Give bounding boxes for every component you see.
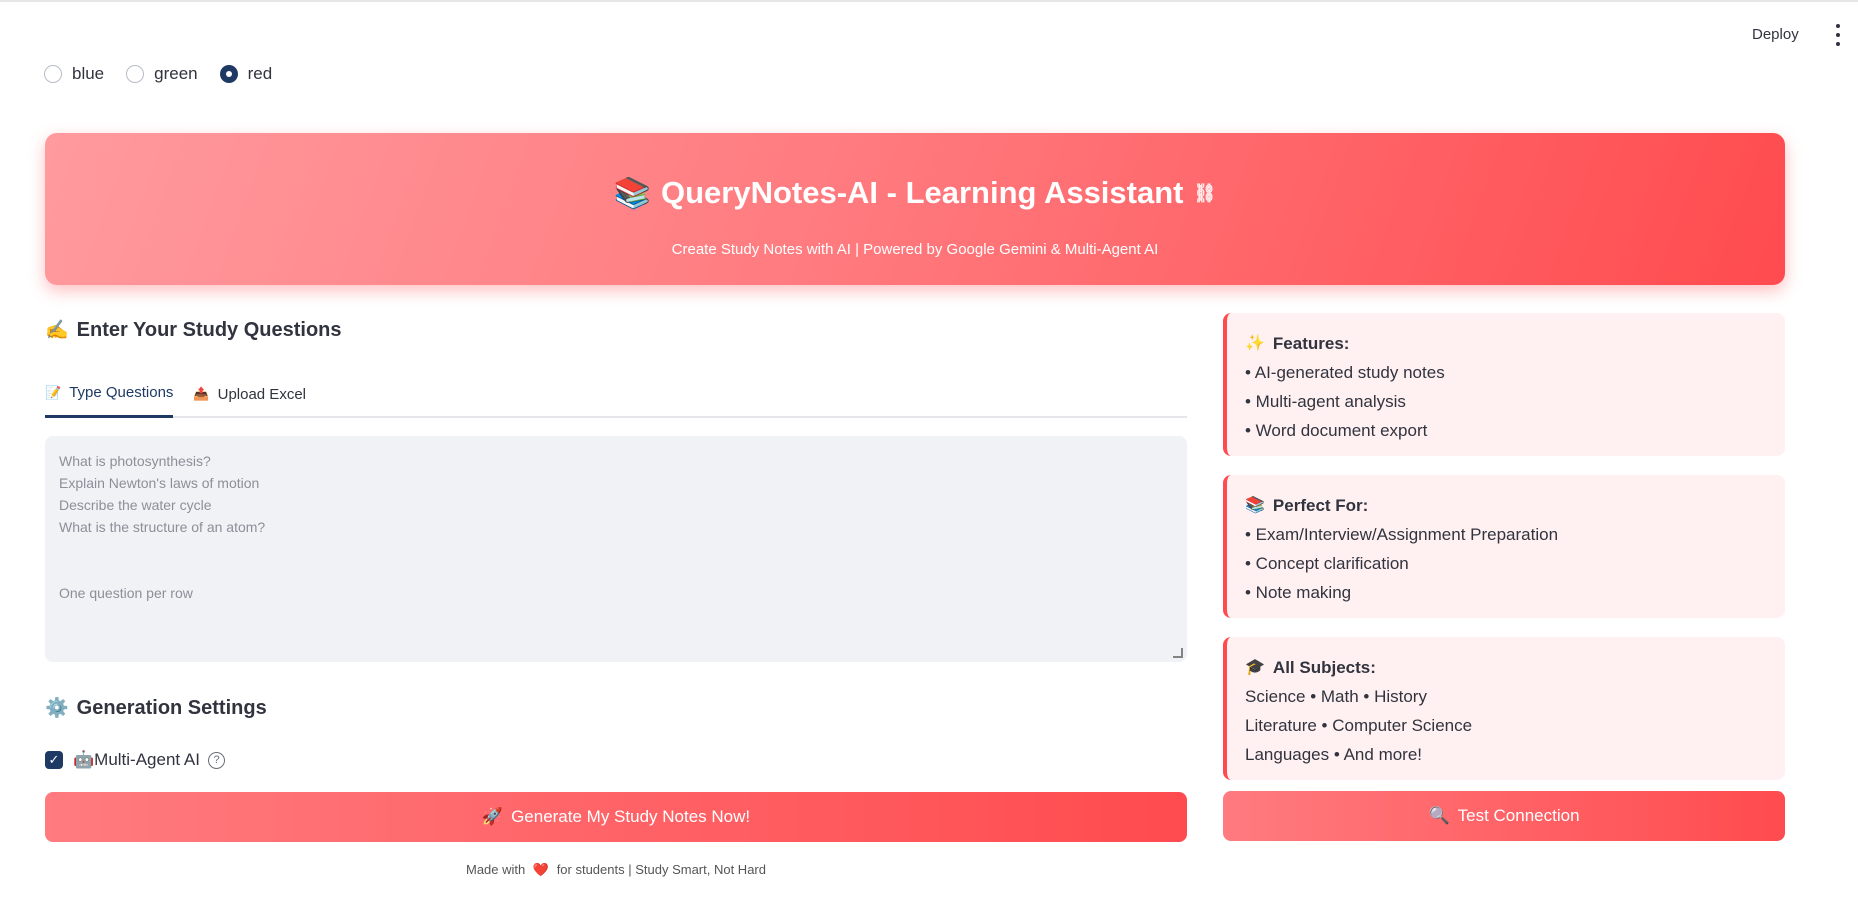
kebab-menu-icon[interactable]: [1833, 24, 1843, 46]
card-item: • AI-generated study notes: [1245, 363, 1445, 382]
card-item: Science • Math • History: [1245, 687, 1427, 706]
placeholder-line: What is the structure of an atom?: [59, 519, 266, 535]
card-item: • Note making: [1245, 583, 1352, 602]
theme-radio-group: blue green red: [44, 64, 294, 84]
placeholder-hint: One question per row: [59, 585, 193, 601]
placeholder-line: Describe the water cycle: [59, 497, 212, 513]
radio-circle-icon[interactable]: [44, 65, 62, 83]
card-title: ✨ Features:: [1245, 329, 1767, 358]
tab-type-questions[interactable]: 📝 Type Questions: [45, 382, 174, 418]
features-card: ✨ Features: • AI-generated study notes •…: [1223, 313, 1785, 456]
multi-agent-checkbox-row[interactable]: ✓ 🤖Multi-Agent AI ?: [45, 750, 225, 770]
page-subtitle: Create Study Notes with AI | Powered by …: [671, 241, 1159, 258]
card-item: Literature • Computer Science: [1245, 716, 1473, 735]
questions-textarea[interactable]: What is photosynthesis? Explain Newton's…: [45, 436, 1187, 662]
card-title-text: All Subjects:: [1272, 658, 1376, 677]
radio-selected-icon[interactable]: [219, 65, 238, 83]
tab-label: Type Questions: [69, 384, 174, 401]
test-button-label: Test Connection: [1457, 806, 1580, 825]
placeholder-line: What is photosynthesis?: [59, 453, 211, 469]
card-title-text: Perfect For:: [1272, 496, 1369, 515]
radio-label: green: [154, 64, 198, 83]
card-title-text: Features:: [1272, 334, 1350, 353]
anchor-link-icon[interactable]: ⛓: [1194, 183, 1217, 204]
rocket-icon: 🚀: [481, 807, 504, 826]
page-title-text: QueryNotes-AI - Learning Assistant: [660, 175, 1184, 210]
subjects-card: 🎓 All Subjects: Science • Math • History…: [1223, 637, 1785, 780]
questions-title-text: Enter Your Study Questions: [76, 318, 342, 341]
memo-icon: 📝: [45, 384, 62, 400]
resize-handle-icon[interactable]: [1173, 648, 1183, 658]
top-decoration-line: [0, 0, 1858, 2]
radio-label: red: [247, 64, 273, 83]
gear-icon: ⚙️: [45, 698, 69, 719]
questions-panel: ✍️ Enter Your Study Questions 📝 Type Que…: [45, 318, 1187, 842]
card-item: Languages • And more!: [1245, 745, 1423, 764]
questions-tabs: 📝 Type Questions 📤 Upload Excel: [45, 382, 1187, 418]
heart-icon: ❤️: [532, 862, 550, 877]
books-icon: 📚: [613, 176, 651, 210]
writing-hand-icon: ✍️: [45, 320, 69, 341]
graduation-cap-icon: 🎓: [1245, 659, 1265, 676]
radio-option-blue[interactable]: blue: [44, 64, 104, 84]
tab-label: Upload Excel: [217, 385, 306, 403]
card-item: • Concept clarification: [1245, 554, 1409, 573]
books-icon: 📚: [1245, 497, 1265, 514]
placeholder-line: Explain Newton's laws of motion: [59, 475, 260, 491]
questions-section-title: ✍️ Enter Your Study Questions: [45, 318, 1187, 342]
footer: Made with ❤️ for students | Study Smart,…: [45, 862, 1187, 878]
page-title: 📚 QueryNotes-AI - Learning Assistant ⛓: [45, 175, 1785, 211]
card-title: 🎓 All Subjects:: [1245, 653, 1767, 682]
generate-button-label: Generate My Study Notes Now!: [511, 807, 751, 826]
magnifier-icon: 🔍: [1428, 806, 1450, 825]
upload-tray-icon: 📤: [193, 386, 210, 401]
radio-option-red[interactable]: red: [219, 64, 273, 84]
test-connection-button[interactable]: 🔍 Test Connection: [1223, 791, 1785, 841]
card-item: • Word document export: [1245, 421, 1428, 440]
checkbox-checked-icon[interactable]: ✓: [45, 751, 63, 769]
hero-banner: 📚 QueryNotes-AI - Learning Assistant ⛓ C…: [45, 133, 1785, 285]
generate-notes-button[interactable]: 🚀 Generate My Study Notes Now!: [45, 792, 1187, 842]
footer-prefix: Made with: [466, 862, 526, 877]
help-icon[interactable]: ?: [208, 751, 225, 769]
radio-label: blue: [72, 64, 105, 83]
card-title: 📚 Perfect For:: [1245, 491, 1767, 520]
radio-circle-icon[interactable]: [126, 65, 145, 83]
perfect-for-card: 📚 Perfect For: • Exam/Interview/Assignme…: [1223, 475, 1785, 618]
settings-section-title: ⚙️ Generation Settings: [45, 696, 267, 720]
sparkles-icon: ✨: [1245, 335, 1265, 352]
radio-option-green[interactable]: green: [126, 64, 198, 84]
settings-title-text: Generation Settings: [76, 696, 267, 719]
footer-suffix: for students | Study Smart, Not Hard: [556, 862, 766, 877]
tab-upload-excel[interactable]: 📤 Upload Excel: [193, 382, 306, 418]
card-item: • Multi-agent analysis: [1245, 392, 1406, 411]
multi-agent-label: 🤖Multi-Agent AI: [73, 750, 200, 769]
deploy-button[interactable]: Deploy: [1752, 26, 1799, 43]
card-item: • Exam/Interview/Assignment Preparation: [1245, 525, 1559, 544]
